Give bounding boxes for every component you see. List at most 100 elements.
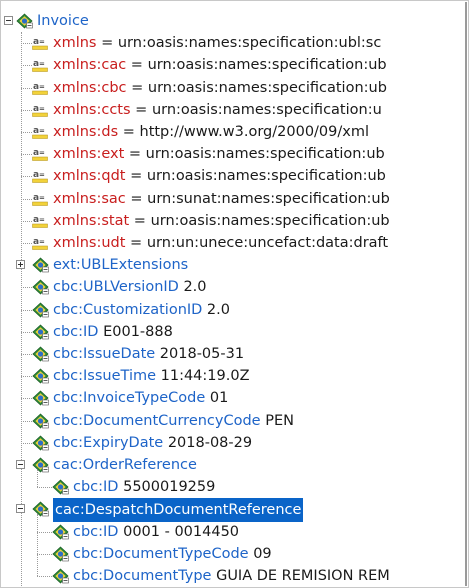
xml-attribute-icon: a = [32,146,49,162]
tree-node-child[interactable]: cbc:ID 5500019259 [2,476,465,498]
node-label: cbc:DocumentType GUIA DE REMISION REM [73,565,390,586]
xml-element-icon [32,390,49,406]
element-name: cac:OrderReference [53,457,197,473]
attribute-equals: = [118,124,140,140]
tree-node-child[interactable]: cbc:DocumentTypeCode 09 [2,543,465,565]
attribute-name: xmlns:cbc [53,79,127,96]
xml-tree: Invoice a = xmlns = urn:oasis:names:specifi… [2,2,465,586]
svg-text:=: = [39,149,45,157]
tree-connector [21,87,32,89]
xml-attribute-icon: a = [32,168,49,184]
element-value: 11:44:19.0Z [156,368,250,385]
node-label: cbc:DocumentTypeCode 09 [73,543,272,565]
tree-connector [37,576,52,577]
node-label: xmlns = urn:oasis:names:specification:ub… [53,32,381,54]
tree-attribute[interactable]: a = xmlns:ccts = urn:oasis:names:specifica… [2,99,465,121]
element-value: 2.0 [202,301,230,318]
xml-tree-viewport[interactable]: Invoice a = xmlns = urn:oasis:names:specifi… [2,2,467,586]
expand-toggle[interactable] [16,260,25,270]
collapse-toggle[interactable] [16,504,25,514]
element-value: PEN [260,412,294,429]
xml-attribute-icon: a = [32,80,49,96]
tree-node-element[interactable]: cbc:CustomizationID 2.0 [2,299,465,321]
node-label: cbc:CustomizationID 2.0 [53,299,230,321]
tree-attribute[interactable]: a = xmlns = urn:oasis:names:specification:… [2,32,465,54]
attribute-value: urn:oasis:names:specification:ubl:sc [117,35,382,52]
tree-attribute[interactable]: a = xmlns:ext = urn:oasis:names:specificat… [2,143,465,165]
tree-attribute[interactable]: a = xmlns:cbc = urn:oasis:names:specificat… [2,77,465,99]
tree-node-child[interactable]: cbc:ID 0001 - 0014450 [2,521,465,543]
tree-connector [37,553,52,555]
attribute-name: xmlns:stat [53,212,130,229]
element-name: ext:UBLExtensions [53,257,189,274]
attribute-name: xmlns [53,35,97,52]
node-label: xmlns:stat = urn:oasis:names:specificati… [53,210,390,232]
tree-node-element[interactable]: cbc:IssueTime 11:44:19.0Z [2,365,465,387]
tree-attribute[interactable]: a = xmlns:stat = urn:oasis:names:specifica… [2,210,465,232]
element-name: cbc:DocumentTypeCode [73,545,249,562]
tree-node-element[interactable]: cbc:ExpiryDate 2018-08-29 [2,432,465,454]
xml-element-icon [52,546,69,562]
node-label: cbc:ExpiryDate 2018-08-29 [53,432,252,454]
attribute-name: xmlns:sac [53,190,126,207]
attribute-name: xmlns:udt [53,235,126,251]
tree-connector [21,109,32,111]
tree-node-element[interactable]: ext:UBLExtensions [2,254,465,276]
xml-element-icon [52,524,69,540]
node-label: cac:OrderReference [53,454,197,476]
tree-connector [21,154,32,156]
xml-tree-panel: Invoice a = xmlns = urn:oasis:names:specifi… [0,0,469,588]
attribute-equals: = [125,190,148,207]
tree-attribute[interactable]: a = xmlns:qdt = urn:oasis:names:specificat… [2,165,465,187]
element-name: cbc:UBLVersionID [53,279,179,296]
svg-text:=: = [39,127,45,135]
xml-element-icon [32,457,49,473]
attribute-value: urn:oasis:names:specification:u [151,101,382,118]
element-name: cbc:ExpiryDate [53,434,164,451]
tree-node-element[interactable]: cbc:ID E001-888 [2,321,465,343]
xml-attribute-icon: a = [32,235,49,251]
tree-node-element[interactable]: cbc:UBLVersionID 2.0 [2,276,465,298]
tree-attribute[interactable]: a = xmlns:cac = urn:oasis:names:specificat… [2,54,465,76]
tree-attribute[interactable]: a = xmlns:ds = http://www.w3.org/2000/09/x… [2,121,465,143]
element-name: cbc:DocumentType [73,568,212,584]
node-label: Invoice [37,10,89,32]
node-label: xmlns:ext = urn:oasis:names:specificatio… [53,143,385,165]
tree-attribute[interactable]: a = xmlns:sac = urn:sunat:names:specificat… [2,188,465,210]
element-value: 09 [248,545,272,562]
tree-node-element[interactable]: cac:OrderReference [2,454,465,476]
node-label: cbc:UBLVersionID 2.0 [53,276,207,298]
attribute-value: http://www.w3.org/2000/09/xml [139,124,370,140]
xml-attribute-icon: a = [32,213,49,229]
xml-attribute-icon: a = [32,102,49,118]
attribute-value: urn:oasis:names:specification:ub [147,79,387,96]
attribute-value: urn:oasis:names:specification:ub [145,146,385,163]
tree-guide-line [37,514,38,576]
tree-node-child[interactable]: cbc:DocumentType GUIA DE REMISION REM [2,565,465,586]
tree-connector [21,220,32,222]
node-label: xmlns:cac = urn:oasis:names:specificatio… [53,54,387,76]
node-label: cac:DespatchDocumentReference [53,498,304,523]
xml-attribute-icon: a = [32,124,49,140]
tree-node-invoice[interactable]: Invoice [2,10,465,32]
element-value: 5500019259 [118,479,216,496]
element-name: cbc:ID [53,323,99,340]
node-label: xmlns:cbc = urn:oasis:names:specificatio… [53,77,387,99]
tree-connector [21,442,32,444]
tree-connector [21,243,32,244]
collapse-toggle[interactable] [4,16,13,25]
attribute-equals: = [126,57,148,74]
tree-node-element[interactable]: cbc:IssueDate 2018-05-31 [2,343,465,365]
tree-connector [21,176,32,178]
tree-attribute[interactable]: a = xmlns:udt = urn:un:unece:uncefact:data… [2,232,465,254]
tree-node-element[interactable]: cac:DespatchDocumentReference [2,498,465,523]
xml-element-icon [32,413,49,429]
element-value: 2018-05-31 [155,346,245,362]
xml-element-icon [32,435,49,451]
xml-element-icon [32,346,49,362]
tree-connector [21,354,32,355]
tree-node-element[interactable]: cbc:InvoiceTypeCode 01 [2,387,465,409]
element-value: 2.0 [178,279,207,296]
collapse-toggle[interactable] [16,460,25,469]
tree-node-element[interactable]: cbc:DocumentCurrencyCode PEN [2,410,465,432]
